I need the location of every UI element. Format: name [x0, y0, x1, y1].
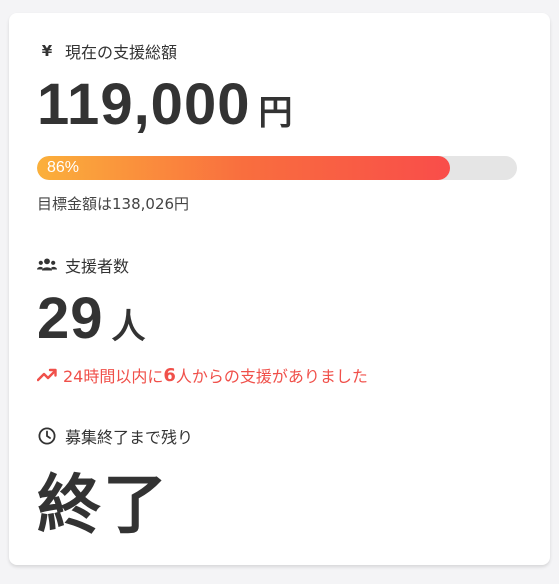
trending-up-icon [37, 365, 59, 385]
trend-count: 6 [163, 364, 176, 386]
remaining-label-row: 募集終了まで残り [37, 424, 193, 448]
goal-amount-text: 目標金額は138,026円 [37, 195, 190, 213]
supporters-count-unit: 人 [111, 307, 146, 347]
funding-stats-card: ¥ 現在の支援総額 119,000 円 86% 目標金額は138,026円 支援… [9, 13, 550, 565]
trend-text-prefix: 24時間以内に [63, 367, 164, 386]
total-amount-unit: 円 [258, 93, 293, 133]
total-amount-value: 119,000 [37, 72, 251, 137]
funding-progress-bar: 86% [37, 156, 517, 180]
yen-icon: ¥ [41, 42, 53, 60]
supporters-count: 29 人 [37, 285, 146, 352]
clock-icon [37, 426, 57, 446]
progress-percent-label: 86% [47, 159, 80, 176]
supporters-label: 支援者数 [65, 257, 130, 276]
progress-fill [37, 156, 450, 180]
progress-track: 86% [37, 156, 517, 180]
trend-text-suffix: 人からの支援がありました [175, 367, 368, 386]
remaining-label: 募集終了まで残り [65, 428, 194, 447]
total-amount-label: 現在の支援総額 [65, 43, 178, 62]
users-icon [37, 255, 57, 275]
total-amount: 119,000 円 [37, 71, 292, 138]
supporters-label-row: 支援者数 [37, 253, 129, 277]
total-amount-label-row: ¥ 現在の支援総額 [37, 39, 177, 63]
remaining-value: 終了 [37, 469, 169, 543]
recent-support-trend: 24時間以内に 6 人からの支援がありました [37, 363, 368, 387]
supporters-count-value: 29 [37, 286, 104, 351]
